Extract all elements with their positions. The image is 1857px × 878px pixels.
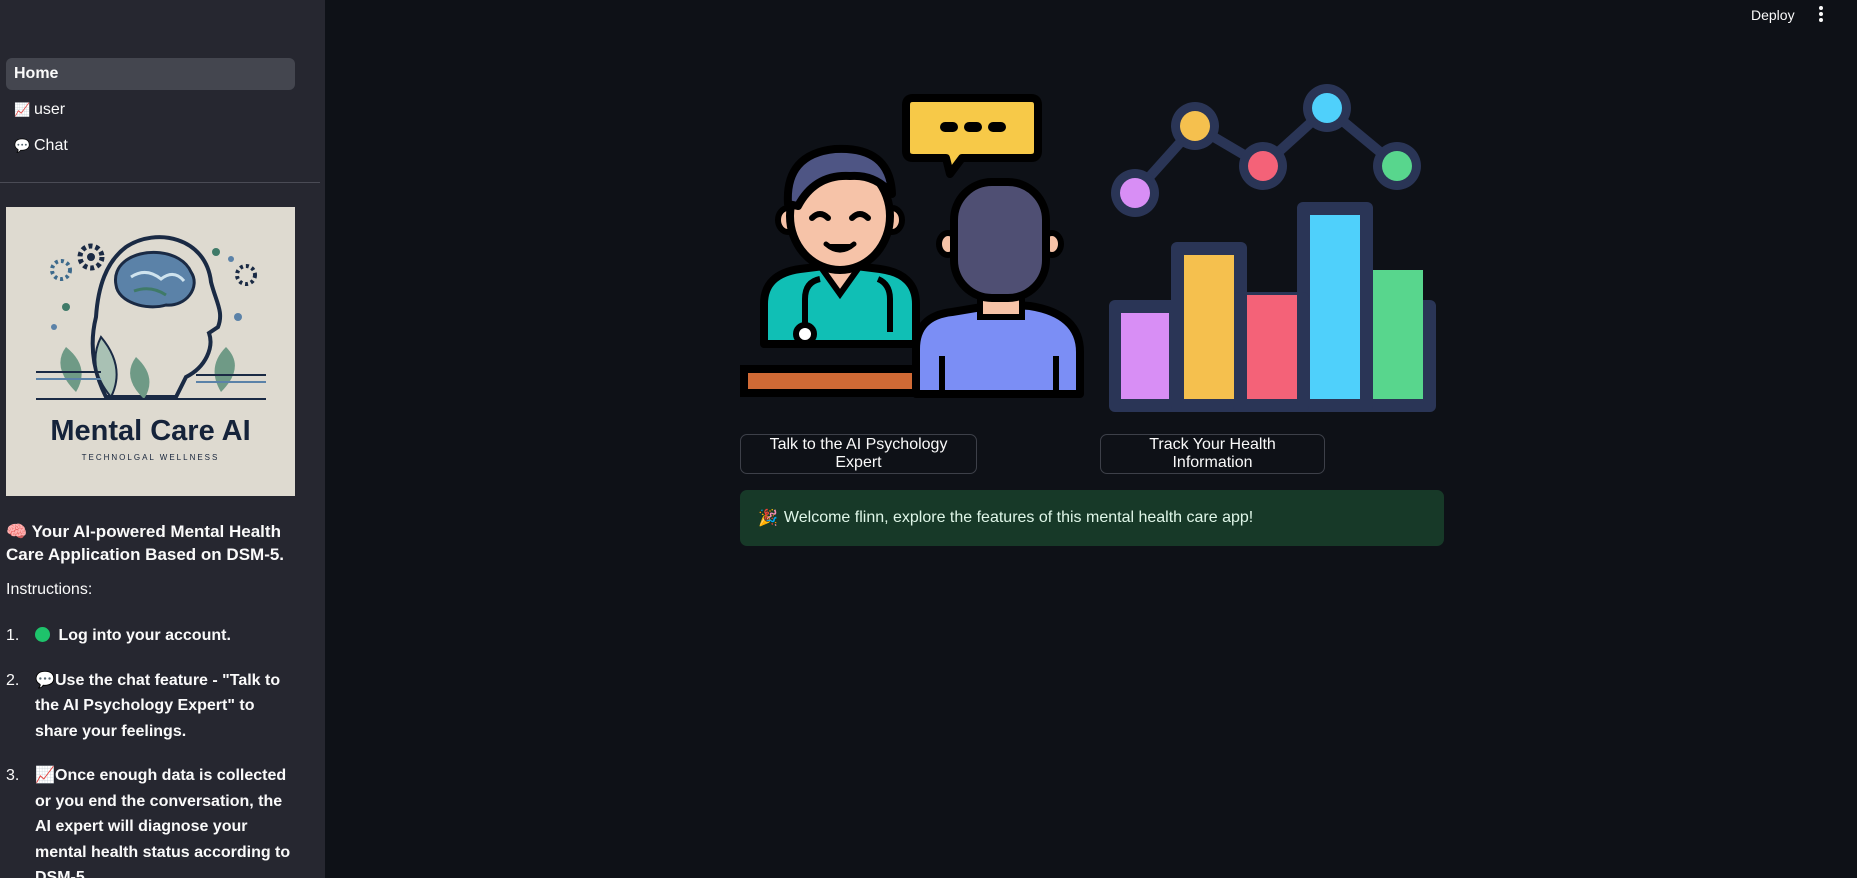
kebab-menu-glyph: [1819, 6, 1823, 22]
logo-subtitle: TECHNOLGAL WELLNESS: [81, 453, 220, 462]
brain-icon: 🧠: [6, 522, 28, 541]
step-text-wrap: 📈Once enough data is collected or you en…: [35, 763, 296, 878]
step-text-wrap: Log into your account.: [35, 623, 231, 649]
list-item: 3. 📈Once enough data is collected or you…: [6, 763, 296, 878]
speech-bubble-icon: 💬: [14, 138, 31, 153]
sidebar-heading: 🧠 Your AI-powered Mental Health Care App…: [6, 520, 296, 566]
chart-increasing-icon: 📈: [14, 102, 31, 117]
track-health-info-button[interactable]: Track Your Health Information: [1100, 434, 1325, 474]
sidebar-item-user[interactable]: 📈 user: [6, 94, 295, 126]
sidebar-item-label: Home: [14, 65, 59, 82]
instructions-label: Instructions:: [6, 581, 93, 598]
app-logo: Mental Care AI TECHNOLGAL WELLNESS: [6, 207, 295, 496]
psychologist-consultation-illustration: [740, 94, 1084, 398]
party-popper-icon: 🎉: [758, 510, 778, 527]
step-number: 2.: [6, 671, 20, 689]
welcome-success-banner: 🎉 Welcome flinn, explore the features of…: [740, 490, 1444, 546]
talk-to-ai-expert-button[interactable]: Talk to the AI Psychology Expert: [740, 434, 977, 474]
step-number: 1.: [6, 627, 20, 644]
sidebar-item-chat[interactable]: 💬 Chat: [6, 130, 295, 162]
sidebar-item-home[interactable]: Home: [6, 58, 295, 90]
sidebar-nav: Home 📈 user 💬 Chat: [6, 58, 295, 166]
step-text: Log into your account.: [58, 627, 231, 644]
step-text-wrap: 💬Use the chat feature - "Talk to the AI …: [35, 668, 296, 745]
logo-title: Mental Care AI: [50, 415, 251, 447]
welcome-message: Welcome flinn, explore the features of t…: [783, 509, 1254, 526]
health-chart-illustration: [1109, 84, 1436, 412]
step-number: 3.: [6, 767, 20, 784]
brain-head-illustration: [36, 235, 266, 400]
kebab-menu-icon[interactable]: [1815, 4, 1827, 24]
green-circle-icon: [35, 627, 50, 642]
step-text: Once enough data is collected or you end…: [35, 767, 291, 878]
sidebar-heading-text: Your AI-powered Mental Health Care Appli…: [6, 522, 285, 564]
chart-increasing-icon: 📈: [35, 767, 55, 784]
sidebar-divider: [0, 182, 320, 183]
instructions-list: 1. Log into your account. 2. 💬Use the ch…: [6, 623, 296, 878]
step-text: Use the chat feature - "Talk to the AI P…: [35, 671, 281, 740]
list-item: 1. Log into your account.: [6, 623, 296, 649]
speech-bubble-icon: 💬: [35, 671, 55, 689]
deploy-button[interactable]: Deploy: [1751, 5, 1795, 25]
sidebar-item-label: user: [34, 101, 66, 118]
sidebar: Home 📈 user 💬 Chat Mental Care AI TECHNO…: [0, 0, 325, 878]
list-item: 2. 💬Use the chat feature - "Talk to the …: [6, 668, 296, 745]
sidebar-item-label: Chat: [34, 137, 68, 154]
